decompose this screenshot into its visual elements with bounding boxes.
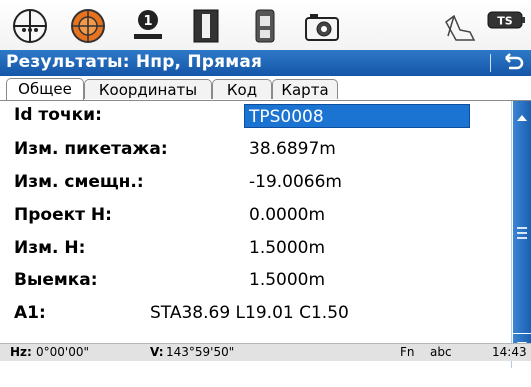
target-reticle-icon[interactable] <box>10 6 50 46</box>
battery-icon <box>255 9 275 43</box>
instrument-icon[interactable] <box>186 6 226 46</box>
field-row-measured-h: Изм. H: 1.5000m <box>0 234 510 264</box>
field-row-design-h: Проект H: 0.0000m <box>0 201 510 231</box>
hz-label: Hz: <box>10 345 32 359</box>
field-row-cut: Выемка: 1.5000m <box>0 266 510 296</box>
v-value: 143°59'50" <box>166 345 235 359</box>
tab-bar: Общее Координаты Код Карта <box>0 76 531 101</box>
point-id-input[interactable]: TPS0008 <box>244 104 470 128</box>
thumb-grip <box>517 227 527 229</box>
field-value: 38.6897m <box>249 139 336 159</box>
field-label: Проект H: <box>14 205 112 225</box>
field-value: STA38.69 L19.01 C1.50 <box>150 303 349 323</box>
thumb-grip <box>517 237 527 239</box>
tab-general[interactable]: Общее <box>6 78 84 100</box>
field-row-a1: A1: STA38.69 L19.01 C1.50 <box>0 299 510 329</box>
tab-coordinates[interactable]: Координаты <box>84 79 212 99</box>
hz-value: 0°00'00" <box>36 345 89 359</box>
results-panel: Id точки: TPS0008 Изм. пикетажа: 38.6897… <box>0 101 510 367</box>
scrollbar[interactable] <box>511 101 531 368</box>
v-label: V: <box>150 345 164 359</box>
field-value: 0.0000m <box>249 205 326 225</box>
field-label: Id точки: <box>14 105 102 125</box>
scroll-up-button[interactable] <box>513 101 531 135</box>
prism-icon[interactable] <box>68 6 108 46</box>
ts-mode-icon[interactable]: TS <box>484 6 528 46</box>
field-value: 1.5000m <box>249 238 326 258</box>
thumb-grip <box>517 232 527 234</box>
top-toolbar: 1 TS <box>0 0 531 50</box>
field-row-point-id: Id точки: TPS0008 <box>0 101 510 131</box>
field-label: Выемка: <box>14 270 98 290</box>
tab-map[interactable]: Карта <box>272 79 338 99</box>
title-bar: Результаты: Нпр, Прямая <box>0 50 531 76</box>
level-bubble-icon[interactable] <box>440 6 480 46</box>
field-row-chainage: Изм. пикетажа: 38.6897m <box>0 135 510 165</box>
field-label: Изм. пикетажа: <box>14 139 168 159</box>
fn-indicator: Fn <box>400 345 415 359</box>
field-value: -19.0066m <box>249 172 342 192</box>
face-one-icon[interactable]: 1 <box>128 6 168 46</box>
svg-text:1: 1 <box>143 14 152 29</box>
clock: 14:43 <box>492 345 527 359</box>
tab-code[interactable]: Код <box>212 79 272 99</box>
field-value: 1.5000m <box>249 270 326 290</box>
input-mode: abc <box>430 345 452 359</box>
title-divider <box>490 54 491 72</box>
chevron-up-icon <box>517 115 527 121</box>
field-label: Изм. H: <box>14 238 86 258</box>
field-label: Изм. смещн.: <box>14 172 144 192</box>
back-icon[interactable] <box>500 52 526 74</box>
camera-icon[interactable] <box>302 6 342 46</box>
scroll-thumb[interactable] <box>513 135 531 333</box>
function-key-bar <box>0 361 531 387</box>
field-label: A1: <box>14 303 46 323</box>
svg-text:TS: TS <box>497 15 513 28</box>
page-title: Результаты: Нпр, Прямая <box>6 52 263 72</box>
status-bar: Hz: 0°00'00" V: 143°59'50" Fn abc 14:43 <box>0 343 531 361</box>
field-row-offset: Изм. смещн.: -19.0066m <box>0 168 510 198</box>
